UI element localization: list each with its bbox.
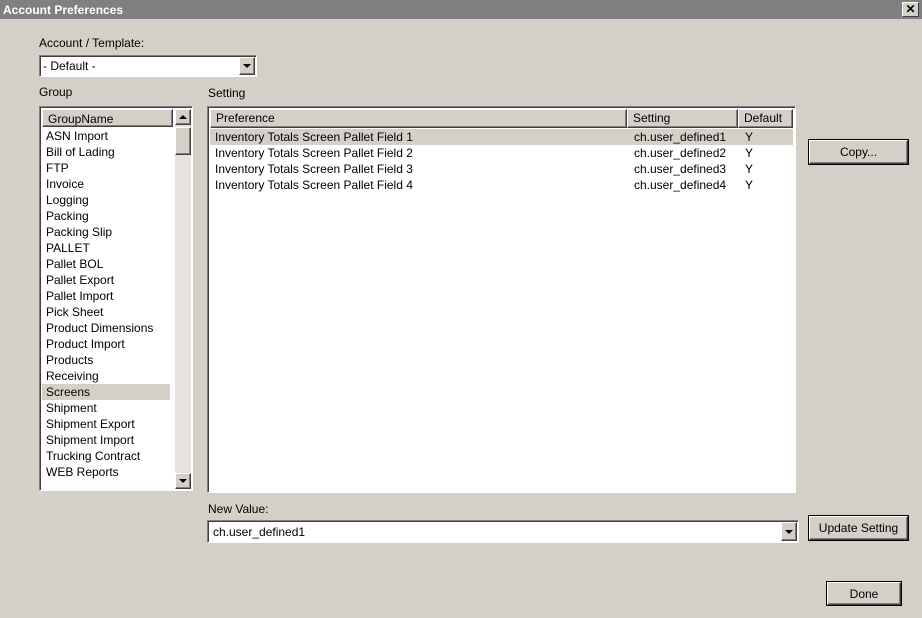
setting-cell: ch.user_defined2 bbox=[634, 146, 727, 160]
group-list-item[interactable]: Product Dimensions bbox=[42, 320, 170, 336]
setting-cell: ch.user_defined4 bbox=[634, 178, 727, 192]
window-title: Account Preferences bbox=[3, 3, 124, 17]
close-icon: ✕ bbox=[905, 2, 916, 16]
setting-table[interactable]: Preference Setting Default Inventory Tot… bbox=[207, 106, 796, 493]
group-list-item[interactable]: Receiving bbox=[42, 368, 170, 384]
setting-column-header[interactable]: Setting bbox=[627, 109, 738, 128]
group-label: Group bbox=[39, 85, 73, 99]
chevron-down-icon bbox=[785, 529, 793, 534]
default-cell: Y bbox=[745, 162, 754, 176]
table-row[interactable]: Inventory Totals Screen Pallet Field 1 ch… bbox=[210, 129, 793, 145]
chevron-down-icon bbox=[243, 64, 251, 68]
setting-cell: ch.user_defined3 bbox=[634, 162, 727, 176]
default-header-label: Default bbox=[744, 111, 783, 125]
table-row[interactable]: Inventory Totals Screen Pallet Field 2 ch… bbox=[210, 145, 793, 161]
groupname-header-label: GroupName bbox=[48, 112, 114, 126]
preference-cell: Inventory Totals Screen Pallet Field 1 bbox=[215, 130, 413, 144]
default-cell: Y bbox=[745, 146, 754, 160]
group-list-item[interactable]: Trucking Contract bbox=[42, 448, 170, 464]
account-template-dropdown[interactable]: - Default - bbox=[39, 55, 257, 77]
group-list-item[interactable]: Shipment bbox=[42, 400, 170, 416]
setting-cell: ch.user_defined1 bbox=[634, 130, 727, 144]
preference-cell: Inventory Totals Screen Pallet Field 2 bbox=[215, 146, 413, 160]
setting-label: Setting bbox=[208, 86, 246, 100]
groupname-column-header[interactable]: GroupName bbox=[42, 109, 173, 127]
default-cell: Y bbox=[745, 130, 754, 144]
group-list-item[interactable]: Shipment Import bbox=[42, 432, 170, 448]
group-list-item[interactable]: Logging bbox=[42, 192, 170, 208]
new-value-dropdown-button[interactable] bbox=[781, 522, 797, 541]
new-value-input[interactable]: ch.user_defined1 bbox=[213, 525, 305, 539]
copy-button[interactable]: Copy... bbox=[809, 140, 908, 164]
new-value-combobox[interactable]: ch.user_defined1 bbox=[207, 520, 799, 543]
group-list-item[interactable]: FTP bbox=[42, 160, 170, 176]
group-list-item[interactable]: WEB Reports bbox=[42, 464, 170, 480]
group-list-item[interactable]: Packing bbox=[42, 208, 170, 224]
group-items: ASN Import Bill of Lading FTP Invoice Loggin… bbox=[42, 128, 170, 480]
arrow-down-icon bbox=[179, 479, 187, 483]
group-list-item[interactable]: PALLET bbox=[42, 240, 170, 256]
update-setting-button[interactable]: Update Setting bbox=[809, 516, 908, 540]
account-template-dropdown-button[interactable] bbox=[239, 57, 255, 75]
table-row[interactable]: Inventory Totals Screen Pallet Field 4 ch… bbox=[210, 177, 793, 193]
new-value-label: New Value: bbox=[208, 502, 269, 516]
scroll-down-button[interactable] bbox=[175, 473, 191, 489]
group-list-item[interactable]: ASN Import bbox=[42, 128, 170, 144]
group-list-item[interactable]: Screens bbox=[42, 384, 170, 400]
default-cell: Y bbox=[745, 178, 754, 192]
preference-cell: Inventory Totals Screen Pallet Field 4 bbox=[215, 178, 413, 192]
group-list-item[interactable]: Products bbox=[42, 352, 170, 368]
setting-header-label: Setting bbox=[633, 111, 671, 125]
group-list-item[interactable]: Pick Sheet bbox=[42, 304, 170, 320]
group-list-item[interactable]: Packing Slip bbox=[42, 224, 170, 240]
group-list-item[interactable]: Product Import bbox=[42, 336, 170, 352]
preference-cell: Inventory Totals Screen Pallet Field 3 bbox=[215, 162, 413, 176]
account-template-label: Account / Template: bbox=[39, 36, 145, 50]
group-list[interactable]: GroupName ASN Import Bill of Lading FTP Inv… bbox=[39, 106, 193, 491]
table-row[interactable]: Inventory Totals Screen Pallet Field 3 ch… bbox=[210, 161, 793, 177]
close-button[interactable]: ✕ bbox=[902, 2, 919, 17]
preference-column-header[interactable]: Preference bbox=[210, 109, 627, 128]
setting-rows: Inventory Totals Screen Pallet Field 1 ch… bbox=[210, 129, 793, 489]
group-list-item[interactable]: Invoice bbox=[42, 176, 170, 192]
scroll-up-button[interactable] bbox=[175, 109, 191, 125]
done-button[interactable]: Done bbox=[827, 582, 901, 605]
default-column-header[interactable]: Default bbox=[738, 109, 793, 128]
group-list-item[interactable]: Pallet Import bbox=[42, 288, 170, 304]
group-list-item[interactable]: Pallet BOL bbox=[42, 256, 170, 272]
preference-header-label: Preference bbox=[216, 111, 275, 125]
group-list-item[interactable]: Shipment Export bbox=[42, 416, 170, 432]
group-list-item[interactable]: Pallet Export bbox=[42, 272, 170, 288]
account-template-value: - Default - bbox=[43, 59, 96, 73]
group-scrollbar[interactable] bbox=[175, 109, 191, 489]
scroll-thumb[interactable] bbox=[175, 127, 191, 155]
group-list-item[interactable]: Bill of Lading bbox=[42, 144, 170, 160]
arrow-up-icon bbox=[179, 115, 187, 119]
title-bar: Account Preferences bbox=[0, 0, 922, 19]
